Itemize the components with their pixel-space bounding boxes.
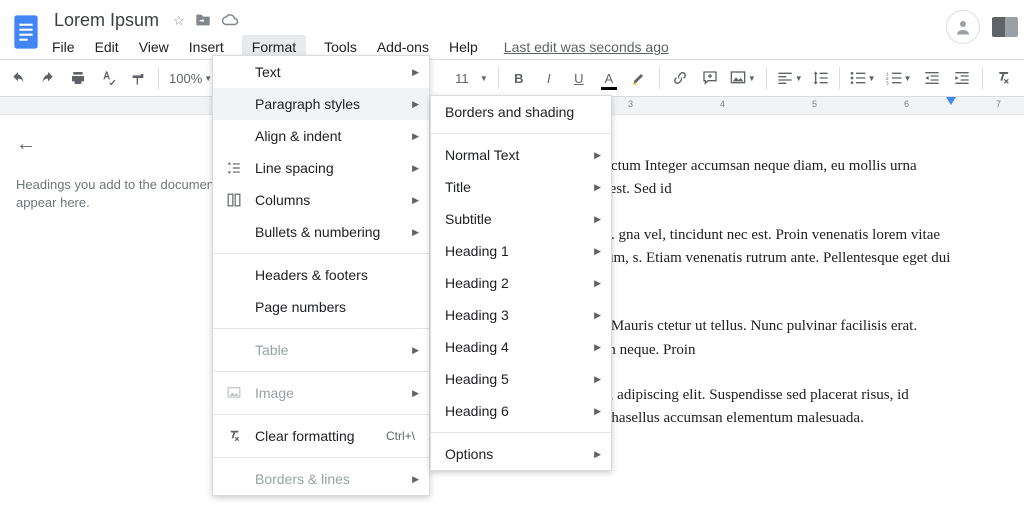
menu-image: Image▶ [213, 377, 429, 409]
line-spacing-dropdown[interactable] [813, 70, 829, 86]
app-docs-icon[interactable] [8, 8, 44, 56]
undo-button[interactable] [8, 67, 28, 89]
outline-panel: ← Headings you add to the documen appear… [0, 115, 245, 472]
cloud-status-icon[interactable] [221, 13, 239, 29]
menu-view[interactable]: View [137, 35, 171, 59]
insert-image-button[interactable]: ▼ [730, 70, 756, 86]
submenu-title[interactable]: Title▶ [431, 171, 611, 203]
menu-file[interactable]: File [50, 35, 77, 59]
spellcheck-button[interactable] [98, 67, 118, 89]
text-color-button[interactable]: A [599, 67, 619, 89]
outline-collapse-icon[interactable]: ← [16, 133, 229, 156]
right-indent-marker[interactable] [946, 97, 956, 105]
menu-help[interactable]: Help [447, 35, 480, 59]
menu-headers-footers[interactable]: Headers & footers [213, 259, 429, 291]
submenu-heading-1[interactable]: Heading 1▶ [431, 235, 611, 267]
menu-borders-lines: Borders & lines▶ [213, 463, 429, 495]
menu-bar: File Edit View Insert Format Tools Add-o… [50, 35, 1012, 59]
menu-edit[interactable]: Edit [93, 35, 121, 59]
clear-formatting-button[interactable] [993, 67, 1013, 89]
submenu-heading-2[interactable]: Heading 2▶ [431, 267, 611, 299]
menu-line-spacing[interactable]: Line spacing▶ [213, 152, 429, 184]
submenu-borders-shading[interactable]: Borders and shading [431, 96, 611, 128]
insert-link-button[interactable] [670, 67, 690, 89]
menu-page-numbers[interactable]: Page numbers [213, 291, 429, 323]
star-icon[interactable]: ☆ [173, 13, 185, 29]
doc-title[interactable]: Lorem Ipsum [50, 8, 163, 33]
bold-button[interactable]: B [509, 67, 529, 89]
format-menu-dropdown: Text▶ Paragraph styles▶ Align & indent▶ … [212, 55, 430, 496]
outline-empty-message: Headings you add to the documen appear h… [16, 176, 229, 212]
submenu-subtitle[interactable]: Subtitle▶ [431, 203, 611, 235]
italic-button[interactable]: I [539, 67, 559, 89]
bulleted-list-dropdown[interactable]: 123 ▼ [886, 71, 912, 85]
increase-indent-button[interactable] [952, 67, 972, 89]
menu-bullets-numbering[interactable]: Bullets & numbering▶ [213, 216, 429, 248]
submenu-heading-6[interactable]: Heading 6▶ [431, 395, 611, 427]
underline-button[interactable]: U [569, 67, 589, 89]
toolbar: 100% ▼ 11 ▼ B I U A ▼ ▼ ▼ 123 ▼ [0, 59, 1024, 97]
last-edit-link[interactable]: Last edit was seconds ago [504, 39, 669, 55]
highlight-color-button[interactable] [629, 67, 649, 89]
move-icon[interactable] [195, 13, 211, 29]
decrease-indent-button[interactable] [922, 67, 942, 89]
menu-columns[interactable]: Columns▶ [213, 184, 429, 216]
paint-format-button[interactable] [128, 67, 148, 89]
submenu-normal-text[interactable]: Normal Text▶ [431, 139, 611, 171]
menu-text[interactable]: Text▶ [213, 56, 429, 88]
zoom-dropdown[interactable]: 100% ▼ [169, 71, 212, 86]
print-button[interactable] [68, 67, 88, 89]
align-dropdown[interactable]: ▼ [777, 71, 803, 85]
insert-comment-button[interactable] [700, 67, 720, 89]
menu-align-indent[interactable]: Align & indent▶ [213, 120, 429, 152]
submenu-heading-3[interactable]: Heading 3▶ [431, 299, 611, 331]
submenu-heading-5[interactable]: Heading 5▶ [431, 363, 611, 395]
checklist-dropdown[interactable]: ▼ [850, 71, 876, 85]
redo-button[interactable] [38, 67, 58, 89]
menu-clear-formatting[interactable]: Clear formattingCtrl+\ [213, 420, 429, 452]
menu-table: Table▶ [213, 334, 429, 366]
side-panel-icon[interactable] [992, 17, 1018, 37]
submenu-heading-4[interactable]: Heading 4▶ [431, 331, 611, 363]
submenu-options[interactable]: Options▶ [431, 438, 611, 470]
paragraph-styles-submenu: Borders and shading Normal Text▶ Title▶ … [430, 95, 612, 471]
account-icon[interactable] [946, 10, 980, 44]
svg-text:3: 3 [886, 81, 889, 85]
font-size-dropdown[interactable]: 11 ▼ [455, 71, 488, 86]
menu-paragraph-styles[interactable]: Paragraph styles▶ [213, 88, 429, 120]
